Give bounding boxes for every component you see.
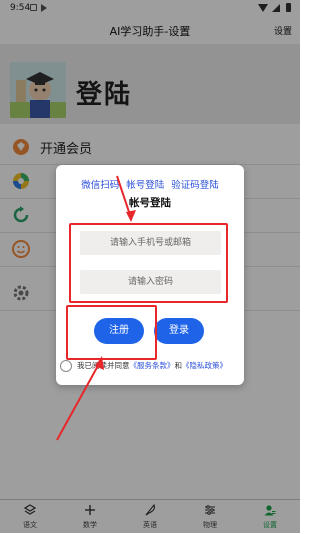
annotation-arrowhead-1: [126, 210, 136, 222]
annotation-arrow-2: [56, 361, 101, 441]
annotation-arrows: [56, 175, 136, 441]
